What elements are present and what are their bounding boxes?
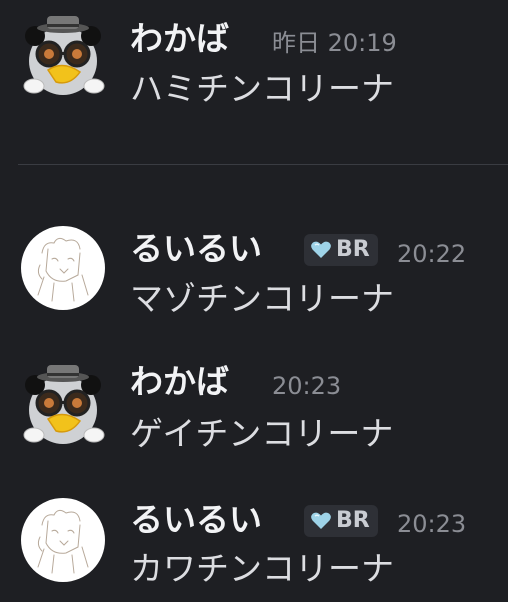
message-item[interactable]: わかば 20:23 ゲイチンコリーナ — [0, 345, 508, 475]
heart-icon — [311, 241, 331, 258]
username[interactable]: わかば — [130, 365, 229, 398]
panda-sunglasses-avatar-icon — [23, 365, 105, 444]
message-text: ハミチンコリーナ — [130, 69, 394, 108]
badge-label: BR — [336, 237, 370, 262]
message-text: マゾチンコリーナ — [130, 279, 394, 318]
username[interactable]: るいるい — [130, 503, 262, 536]
role-badge[interactable]: BR — [304, 505, 378, 537]
sketch-figure-avatar-icon — [21, 226, 105, 310]
divider — [18, 164, 508, 165]
message-item[interactable]: るいるい BR 20:23 カワチンコリーナ — [0, 485, 508, 602]
message-text: カワチンコリーナ — [130, 549, 394, 588]
badge-label: BR — [336, 508, 370, 533]
heart-icon — [311, 512, 331, 529]
avatar[interactable] — [20, 363, 106, 449]
timestamp: 20:23 — [397, 510, 467, 538]
avatar[interactable] — [20, 497, 106, 583]
username[interactable]: るいるい — [130, 232, 262, 265]
avatar[interactable] — [20, 225, 106, 311]
avatar[interactable] — [20, 14, 106, 100]
message-item[interactable]: るいるい BR 20:22 マゾチンコリーナ — [0, 215, 508, 340]
message-item[interactable]: わかば 昨日 20:19 ハミチンコリーナ — [0, 0, 508, 130]
username[interactable]: わかば — [130, 22, 229, 55]
role-badge[interactable]: BR — [304, 234, 378, 266]
message-text: ゲイチンコリーナ — [130, 414, 394, 453]
timestamp: 20:22 — [397, 240, 467, 268]
sketch-figure-avatar-icon — [21, 498, 105, 582]
panda-sunglasses-avatar-icon — [23, 16, 105, 95]
timestamp: 20:23 — [272, 372, 342, 400]
timestamp: 昨日 20:19 — [272, 29, 397, 57]
